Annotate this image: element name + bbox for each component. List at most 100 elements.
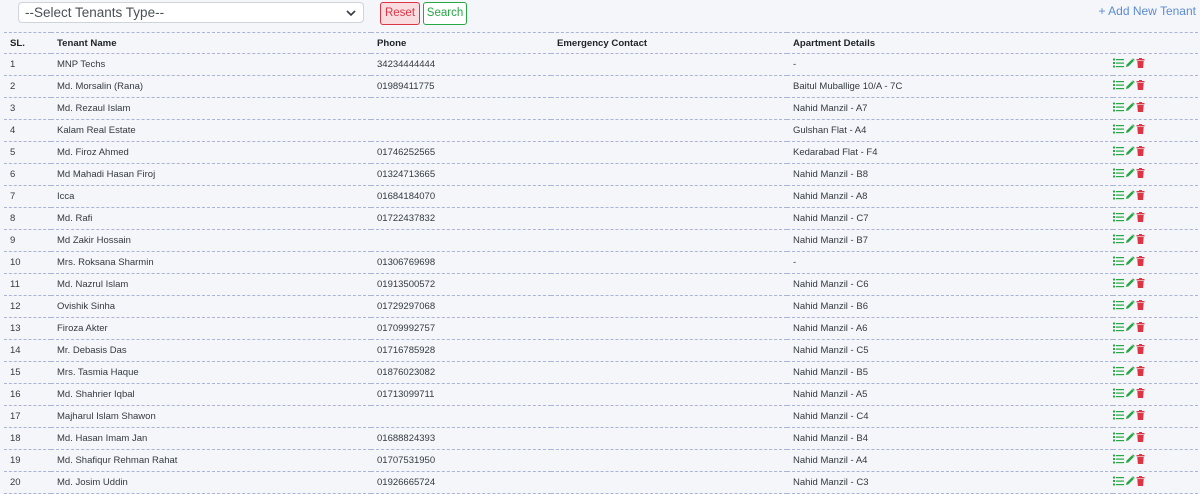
list-icon[interactable] bbox=[1113, 322, 1124, 335]
edit-pencil-icon[interactable] bbox=[1125, 322, 1135, 335]
row-actions bbox=[1113, 273, 1198, 296]
edit-pencil-icon[interactable] bbox=[1125, 344, 1135, 357]
delete-trash-icon[interactable] bbox=[1136, 344, 1145, 357]
edit-pencil-icon[interactable] bbox=[1125, 432, 1135, 445]
search-button[interactable]: Search bbox=[423, 2, 467, 25]
row-tenant-name: Md. Firoz Ahmed bbox=[51, 141, 371, 164]
row-emergency-contact bbox=[551, 251, 787, 274]
table-row: 4 Kalam Real Estate Gulshan Flat - A4 bbox=[4, 119, 1198, 142]
table-row: 9 Md Zakir Hossain Nahid Manzil - B7 bbox=[4, 229, 1198, 252]
table-row: 7 Icca 01684184070 Nahid Manzil - A8 bbox=[4, 185, 1198, 208]
row-actions bbox=[1113, 185, 1198, 208]
row-sl: 7 bbox=[4, 185, 51, 208]
edit-pencil-icon[interactable] bbox=[1125, 234, 1135, 247]
table-row: 20 Md. Josim Uddin 01926665724 Nahid Manzil… bbox=[4, 471, 1198, 494]
delete-trash-icon[interactable] bbox=[1136, 234, 1145, 247]
edit-pencil-icon[interactable] bbox=[1125, 102, 1135, 115]
row-phone bbox=[371, 97, 551, 120]
edit-pencil-icon[interactable] bbox=[1125, 454, 1135, 467]
row-emergency-contact bbox=[551, 317, 787, 340]
list-icon[interactable] bbox=[1113, 300, 1124, 313]
row-apartment-details: Kedarabad Flat - F4 bbox=[787, 141, 1113, 164]
edit-pencil-icon[interactable] bbox=[1125, 212, 1135, 225]
row-apartment-details: Nahid Manzil - B8 bbox=[787, 163, 1113, 186]
delete-trash-icon[interactable] bbox=[1136, 168, 1145, 181]
reset-button[interactable]: Reset bbox=[380, 2, 420, 25]
row-actions bbox=[1113, 251, 1198, 274]
list-icon[interactable] bbox=[1113, 124, 1124, 137]
delete-trash-icon[interactable] bbox=[1136, 366, 1145, 379]
edit-pencil-icon[interactable] bbox=[1125, 190, 1135, 203]
row-tenant-name: Md. Shafiqur Rehman Rahat bbox=[51, 449, 371, 472]
row-emergency-contact bbox=[551, 273, 787, 296]
row-apartment-details: Nahid Manzil - C4 bbox=[787, 405, 1113, 428]
header-emergency-contact: Emergency Contact bbox=[551, 32, 787, 54]
edit-pencil-icon[interactable] bbox=[1125, 168, 1135, 181]
delete-trash-icon[interactable] bbox=[1136, 300, 1145, 313]
row-apartment-details: Nahid Manzil - C7 bbox=[787, 207, 1113, 230]
list-icon[interactable] bbox=[1113, 190, 1124, 203]
edit-pencil-icon[interactable] bbox=[1125, 388, 1135, 401]
edit-pencil-icon[interactable] bbox=[1125, 278, 1135, 291]
list-icon[interactable] bbox=[1113, 146, 1124, 159]
delete-trash-icon[interactable] bbox=[1136, 432, 1145, 445]
row-apartment-details: Nahid Manzil - A7 bbox=[787, 97, 1113, 120]
row-phone: 01926665724 bbox=[371, 471, 551, 494]
delete-trash-icon[interactable] bbox=[1136, 212, 1145, 225]
delete-trash-icon[interactable] bbox=[1136, 102, 1145, 115]
row-tenant-name: Md Mahadi Hasan Firoj bbox=[51, 163, 371, 186]
header-tenant-name: Tenant Name bbox=[51, 32, 371, 54]
list-icon[interactable] bbox=[1113, 278, 1124, 291]
edit-pencil-icon[interactable] bbox=[1125, 124, 1135, 137]
tenant-type-select[interactable]: --Select Tenants Type-- bbox=[18, 2, 364, 23]
list-icon[interactable] bbox=[1113, 454, 1124, 467]
delete-trash-icon[interactable] bbox=[1136, 256, 1145, 269]
delete-trash-icon[interactable] bbox=[1136, 146, 1145, 159]
list-icon[interactable] bbox=[1113, 80, 1124, 93]
edit-pencil-icon[interactable] bbox=[1125, 410, 1135, 423]
list-icon[interactable] bbox=[1113, 366, 1124, 379]
row-apartment-details: Nahid Manzil - B4 bbox=[787, 427, 1113, 450]
delete-trash-icon[interactable] bbox=[1136, 58, 1145, 71]
row-actions bbox=[1113, 75, 1198, 98]
delete-trash-icon[interactable] bbox=[1136, 322, 1145, 335]
list-icon[interactable] bbox=[1113, 102, 1124, 115]
delete-trash-icon[interactable] bbox=[1136, 388, 1145, 401]
row-actions bbox=[1113, 295, 1198, 318]
edit-pencil-icon[interactable] bbox=[1125, 58, 1135, 71]
row-phone: 01684184070 bbox=[371, 185, 551, 208]
row-phone bbox=[371, 229, 551, 252]
list-icon[interactable] bbox=[1113, 234, 1124, 247]
delete-trash-icon[interactable] bbox=[1136, 476, 1145, 489]
delete-trash-icon[interactable] bbox=[1136, 410, 1145, 423]
add-new-tenant-link[interactable]: + Add New Tenant bbox=[1098, 4, 1196, 18]
edit-pencil-icon[interactable] bbox=[1125, 80, 1135, 93]
edit-pencil-icon[interactable] bbox=[1125, 366, 1135, 379]
delete-trash-icon[interactable] bbox=[1136, 80, 1145, 93]
row-actions bbox=[1113, 339, 1198, 362]
delete-trash-icon[interactable] bbox=[1136, 190, 1145, 203]
delete-trash-icon[interactable] bbox=[1136, 124, 1145, 137]
list-icon[interactable] bbox=[1113, 476, 1124, 489]
chevron-down-icon bbox=[346, 10, 356, 17]
edit-pencil-icon[interactable] bbox=[1125, 300, 1135, 313]
delete-trash-icon[interactable] bbox=[1136, 278, 1145, 291]
row-actions bbox=[1113, 97, 1198, 120]
row-actions bbox=[1113, 141, 1198, 164]
list-icon[interactable] bbox=[1113, 388, 1124, 401]
list-icon[interactable] bbox=[1113, 212, 1124, 225]
list-icon[interactable] bbox=[1113, 344, 1124, 357]
list-icon[interactable] bbox=[1113, 256, 1124, 269]
delete-trash-icon[interactable] bbox=[1136, 454, 1145, 467]
list-icon[interactable] bbox=[1113, 58, 1124, 71]
edit-pencil-icon[interactable] bbox=[1125, 146, 1135, 159]
row-phone: 01713099711 bbox=[371, 383, 551, 406]
edit-pencil-icon[interactable] bbox=[1125, 256, 1135, 269]
list-icon[interactable] bbox=[1113, 410, 1124, 423]
table-row: 10 Mrs. Roksana Sharmin 01306769698 - bbox=[4, 251, 1198, 274]
edit-pencil-icon[interactable] bbox=[1125, 476, 1135, 489]
list-icon[interactable] bbox=[1113, 168, 1124, 181]
list-icon[interactable] bbox=[1113, 432, 1124, 445]
row-tenant-name: Md. Rafi bbox=[51, 207, 371, 230]
row-tenant-name: Mrs. Tasmia Haque bbox=[51, 361, 371, 384]
